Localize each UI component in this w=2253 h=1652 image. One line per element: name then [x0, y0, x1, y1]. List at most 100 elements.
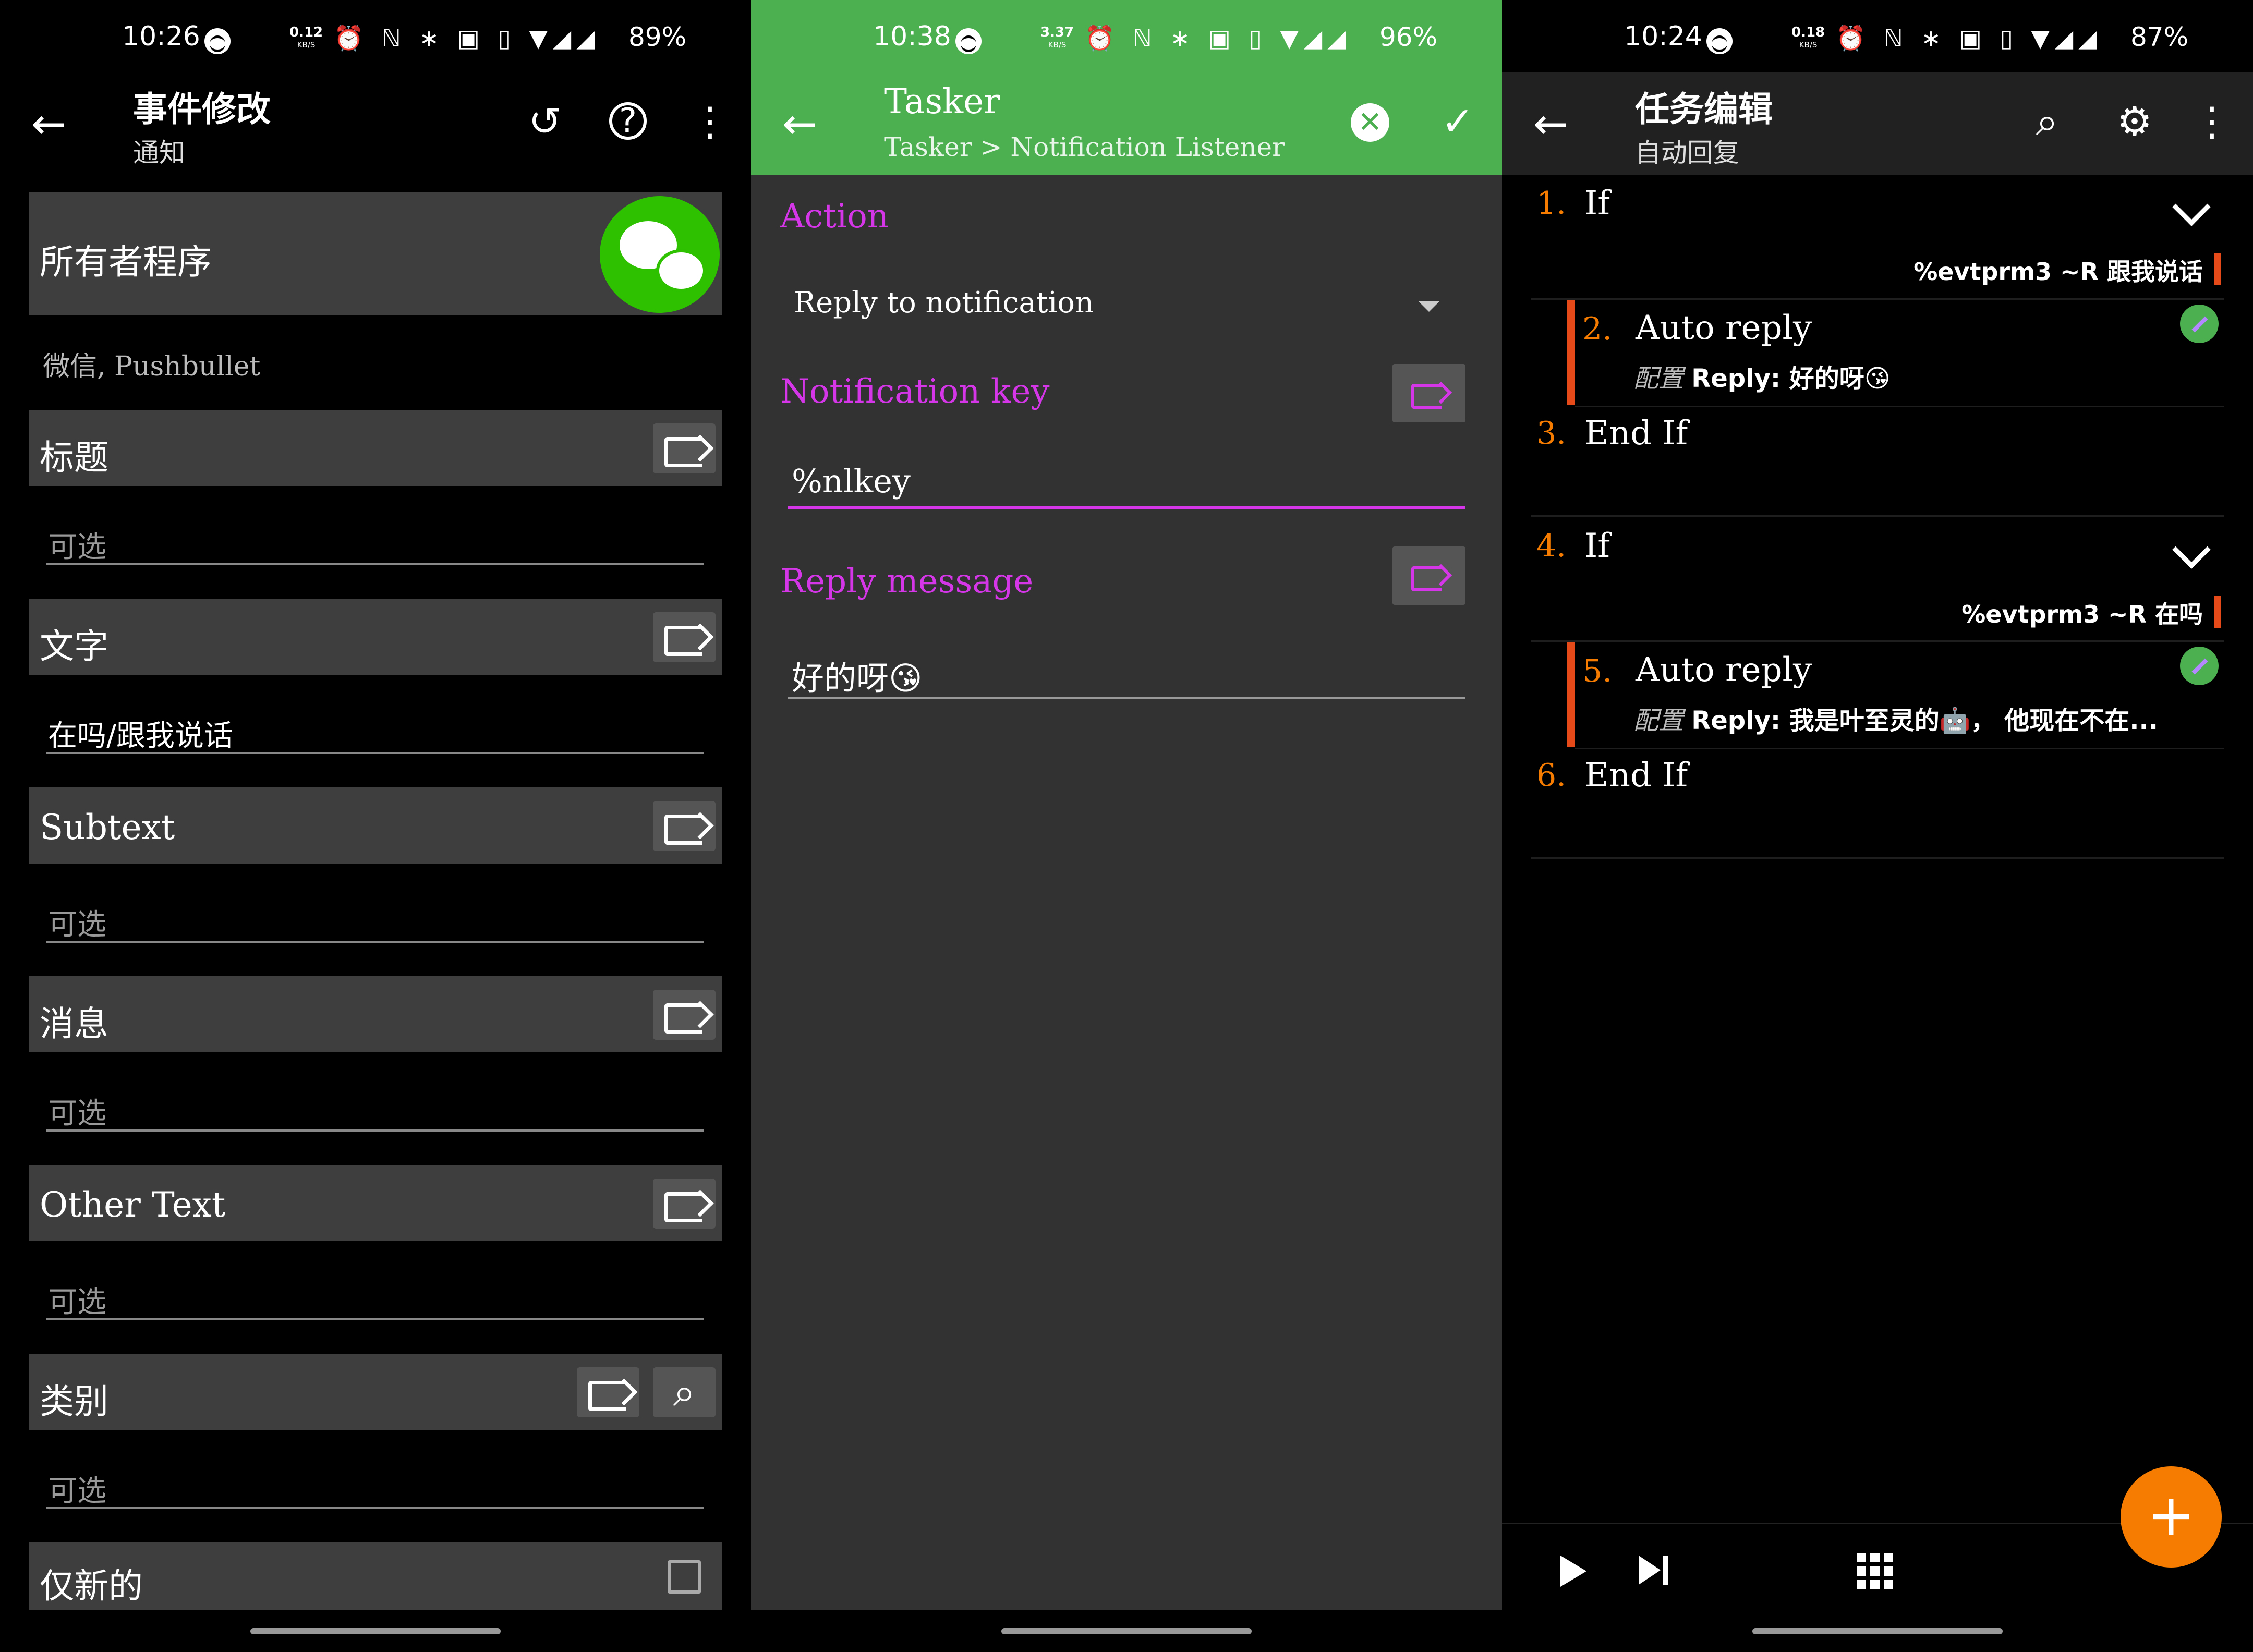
- step-number: 2.: [1582, 311, 1613, 347]
- text-field[interactable]: 在吗/跟我说话: [46, 707, 704, 754]
- field-header-text: 文字: [29, 599, 722, 675]
- field-label: 文字: [40, 626, 108, 666]
- page-title: Tasker: [884, 81, 1000, 122]
- divider: [1531, 857, 2224, 859]
- play-icon[interactable]: [1560, 1556, 1586, 1587]
- action-dropdown[interactable]: Reply to notification: [794, 286, 1094, 320]
- reply-message-input[interactable]: 好的呀😘: [788, 636, 1465, 699]
- settings-gear-icon[interactable]: ⚙: [2111, 98, 2158, 145]
- field-value: 在吗/跟我说话: [48, 719, 233, 753]
- step-number: 4.: [1536, 528, 1567, 564]
- gesture-nav-bar: [1001, 1628, 1252, 1634]
- help-icon[interactable]: ?: [609, 102, 647, 140]
- task-step[interactable]: 1. If %evtprm3 ~R 跟我说话: [1502, 175, 2253, 300]
- new-only-checkbox[interactable]: [668, 1560, 701, 1594]
- back-arrow-icon[interactable]: ←: [1533, 103, 1568, 145]
- plugin-icon: [2180, 305, 2219, 343]
- status-time: 10:38: [873, 21, 951, 52]
- variable-tag-icon[interactable]: [653, 990, 716, 1040]
- gesture-nav-bar: [250, 1628, 501, 1634]
- status-time: 10:24: [1624, 21, 1702, 52]
- more-vert-icon[interactable]: ⋮: [686, 98, 733, 145]
- category-field[interactable]: 可选: [46, 1462, 704, 1509]
- field-header-title: 标题: [29, 410, 722, 486]
- status-bar: 10:24 0.18 KB/S ⏰ ℕ ∗ ▣ ▯ ▼◢◢ 87%: [1502, 0, 2253, 72]
- field-header-category: 类别 ⌕: [29, 1354, 722, 1430]
- step-name: End If: [1584, 414, 1688, 453]
- spotify-icon: [204, 28, 231, 54]
- action-label: Action: [780, 197, 889, 236]
- variable-tag-icon[interactable]: [577, 1367, 639, 1417]
- step-detail: 配置 Reply: 我是叶至灵的🤖， 他现在不在...: [1633, 700, 2158, 736]
- step-number: 6.: [1536, 757, 1567, 794]
- step-name: Auto reply: [1636, 651, 1812, 689]
- task-step[interactable]: 3. End If: [1502, 407, 2253, 516]
- step-detail-text: Reply: 好的呀😘: [1691, 364, 1891, 393]
- step-name: If: [1584, 527, 1610, 565]
- field-label: 标题: [40, 438, 108, 478]
- event-edit-screen: 10:26 0.12 KB/S ⏰ ℕ ∗ ▣ ▯ ▼◢◢ 89% ← 事件修改 …: [0, 0, 751, 1652]
- battery-level: 87%: [2130, 22, 2189, 52]
- task-step[interactable]: 4. If %evtprm3 ~R 在吗: [1502, 517, 2253, 642]
- status-icons: ⏰ ℕ ∗ ▣ ▯ ▼◢◢: [1085, 24, 1351, 52]
- back-arrow-icon[interactable]: ←: [782, 103, 817, 145]
- task-step[interactable]: 5. Auto reply 配置 Reply: 我是叶至灵的🤖， 他现在不在..…: [1502, 642, 2253, 747]
- step-condition: %evtprm3 ~R 在吗: [1961, 600, 2203, 628]
- more-vert-icon[interactable]: ⋮: [2188, 98, 2235, 145]
- step-number: 3.: [1536, 415, 1567, 452]
- app-bar: ← 任务编辑 自动回复 ⌕ ⚙ ⋮: [1502, 72, 2253, 175]
- collapse-chevron-icon[interactable]: [2172, 188, 2211, 226]
- field-label: Subtext: [40, 807, 175, 847]
- condition-indicator: [2214, 596, 2221, 628]
- field-value: 可选: [48, 530, 106, 564]
- collapse-chevron-icon[interactable]: [2172, 530, 2211, 569]
- condition-indicator: [2214, 253, 2221, 285]
- variable-tag-icon[interactable]: [653, 1179, 716, 1229]
- back-arrow-icon[interactable]: ←: [31, 103, 66, 145]
- variable-tag-icon[interactable]: [1392, 364, 1465, 422]
- step-detail-text: Reply: 我是叶至灵的🤖， 他现在不在...: [1691, 706, 2158, 735]
- grid-menu-icon[interactable]: [1857, 1553, 1893, 1589]
- task-step[interactable]: 2. Auto reply 配置 Reply: 好的呀😘: [1502, 300, 2253, 405]
- new-only-row[interactable]: 仅新的: [29, 1542, 722, 1610]
- confirm-check-icon[interactable]: ✓: [1434, 98, 1481, 145]
- divider: [1531, 515, 2224, 517]
- variable-tag-icon[interactable]: [1392, 546, 1465, 605]
- title-field[interactable]: 可选: [46, 518, 704, 565]
- plugin-icon: [2180, 647, 2219, 685]
- page-title: 事件修改: [133, 89, 271, 129]
- add-action-button[interactable]: +: [2121, 1466, 2222, 1568]
- status-icons: ⏰ ℕ ∗ ▣ ▯ ▼◢◢: [1836, 24, 2102, 52]
- net-speed-value: 0.12: [289, 25, 323, 40]
- new-only-label: 仅新的: [40, 1566, 143, 1606]
- page-title: 任务编辑: [1635, 89, 1773, 129]
- field-header-message: 消息: [29, 976, 722, 1052]
- net-speed-unit: KB/S: [297, 40, 316, 50]
- message-field[interactable]: 可选: [46, 1085, 704, 1132]
- variable-tag-icon[interactable]: [653, 423, 716, 473]
- field-header-subtext: Subtext: [29, 787, 722, 864]
- task-step[interactable]: 6. End If: [1502, 749, 2253, 858]
- page-subtitle: Tasker > Notification Listener: [884, 132, 1285, 162]
- wechat-bubble-small: [656, 249, 706, 292]
- net-speed-unit: KB/S: [1048, 40, 1067, 50]
- dropdown-arrow-icon[interactable]: [1419, 301, 1439, 312]
- action-edit-screen: 10:38 3.37 KB/S ⏰ ℕ ∗ ▣ ▯ ▼◢◢ 96% ← Taske…: [751, 0, 1502, 1652]
- step-name: End If: [1584, 756, 1688, 795]
- divider: [1531, 640, 2224, 642]
- search-icon[interactable]: ⌕: [653, 1367, 716, 1417]
- page-subtitle: 通知: [133, 138, 185, 168]
- search-icon[interactable]: ⌕: [2024, 98, 2070, 145]
- undo-icon[interactable]: ↺: [522, 98, 568, 145]
- other-text-field[interactable]: 可选: [46, 1273, 704, 1320]
- wechat-icon: [600, 196, 720, 313]
- config-label: 配置: [1633, 364, 1684, 393]
- variable-tag-icon[interactable]: [653, 612, 716, 662]
- cancel-icon[interactable]: ✕: [1351, 103, 1389, 142]
- spotify-icon: [1706, 28, 1733, 54]
- subtext-field[interactable]: 可选: [46, 896, 704, 943]
- variable-tag-icon[interactable]: [653, 801, 716, 851]
- step-condition: %evtprm3 ~R 跟我说话: [1913, 258, 2203, 286]
- notification-key-input[interactable]: %nlkey: [788, 446, 1465, 509]
- step-forward-icon[interactable]: [1639, 1556, 1661, 1585]
